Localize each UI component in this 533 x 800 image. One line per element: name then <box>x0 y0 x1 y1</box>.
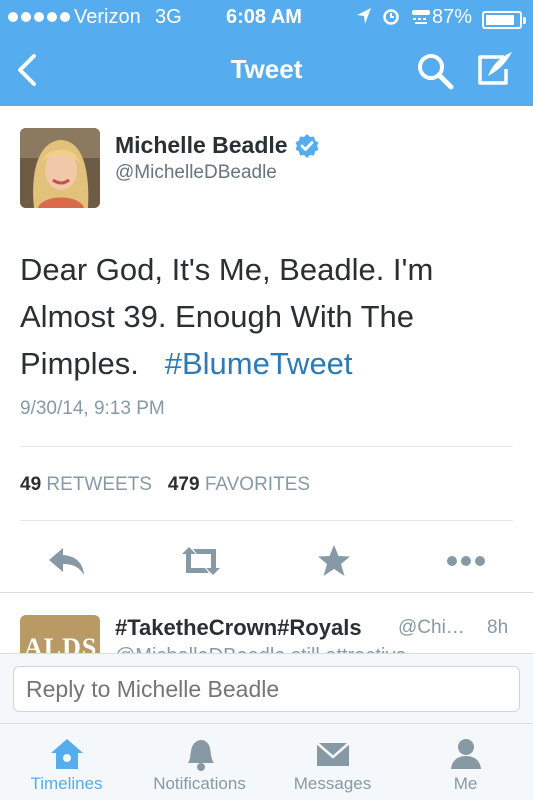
search-icon[interactable] <box>416 52 454 90</box>
carrier-name: Verizon <box>74 6 141 28</box>
tab-messages[interactable]: Messages <box>266 724 399 800</box>
home-icon <box>50 739 83 769</box>
tty-icon <box>412 10 430 24</box>
tweet-stats: 49 RETWEETS 479 FAVORITES <box>20 474 310 496</box>
retweets-count: 49 <box>20 474 42 495</box>
status-time: 6:08 AM <box>226 6 302 28</box>
retweets-stat[interactable]: 49 RETWEETS <box>20 474 152 495</box>
author-avatar[interactable] <box>20 128 100 208</box>
divider <box>20 520 513 521</box>
star-icon[interactable] <box>314 544 354 578</box>
tab-notifications[interactable]: Notifications <box>133 724 266 800</box>
envelope-icon <box>315 742 350 766</box>
tab-label: Notifications <box>153 774 246 793</box>
reply-time: 8h <box>487 617 509 638</box>
alarm-icon <box>383 9 399 25</box>
reply-avatar-text: ALDS <box>24 633 98 653</box>
reply-text: @MichelleDBeadle still attractive <box>115 645 407 653</box>
favorites-stat[interactable]: 479 FAVORITES <box>168 474 310 495</box>
reply-bar <box>0 653 533 723</box>
status-icons <box>356 7 432 25</box>
retweets-label: RETWEETS <box>46 474 152 495</box>
bell-icon <box>187 740 214 771</box>
reply-input[interactable] <box>13 666 520 712</box>
tweet-actions <box>0 532 533 592</box>
battery-percent: 87% <box>432 6 473 28</box>
header: Verizon 3G 6:08 AM 87% Tweet <box>0 0 533 106</box>
tab-label: Messages <box>293 774 372 793</box>
tab-label: Me <box>453 774 478 793</box>
tab-bar: Timelines Notifications Messages Me <box>0 723 533 800</box>
retweet-icon[interactable] <box>178 544 224 578</box>
favorites-count: 479 <box>167 474 200 495</box>
favorites-label: FAVORITES <box>204 474 311 495</box>
tweet-text-segment: Pimples. <box>20 346 139 381</box>
more-icon[interactable] <box>444 544 488 578</box>
reply-icon[interactable] <box>47 544 87 578</box>
reply-avatar[interactable]: ALDS <box>20 615 100 653</box>
person-icon <box>450 739 481 769</box>
author-name-row: Michelle Beadle <box>115 132 320 159</box>
location-icon <box>357 8 371 24</box>
author-name[interactable]: Michelle Beadle <box>115 132 288 159</box>
reply-author-handle: @Chi… <box>398 617 465 638</box>
author-handle[interactable]: @MichelleDBeadle <box>115 162 277 184</box>
battery-fill <box>486 15 514 25</box>
divider <box>20 446 513 447</box>
tweet-text-line: Pimples. #BlumeTweet <box>20 340 520 387</box>
hashtag-link[interactable]: #BlumeTweet <box>165 346 353 381</box>
tweet-timestamp: 9/30/14, 9:13 PM <box>20 398 165 419</box>
tab-me[interactable]: Me <box>399 724 532 800</box>
verified-badge-icon <box>295 133 319 158</box>
tweet-text: Dear God, It's Me, Beadle. I'm Almost 39… <box>20 246 520 387</box>
network-type: 3G <box>155 6 182 28</box>
compose-icon[interactable] <box>474 49 516 89</box>
reply-author-name: #TaketheCrown#Royals <box>115 615 362 640</box>
status-bar: Verizon 3G 6:08 AM 87% <box>0 0 533 38</box>
battery-icon <box>482 11 526 29</box>
tab-label: Timelines <box>30 774 103 793</box>
tab-timelines[interactable]: Timelines <box>0 724 133 800</box>
tweet-text-line: Almost 39. Enough With The <box>20 299 415 334</box>
tweet-text-line: Dear God, It's Me, Beadle. I'm <box>20 252 434 287</box>
signal-strength-icon <box>8 12 70 22</box>
reply-preview[interactable]: ALDS #TaketheCrown#Royals @Chi… 8h @Mich… <box>0 593 533 653</box>
